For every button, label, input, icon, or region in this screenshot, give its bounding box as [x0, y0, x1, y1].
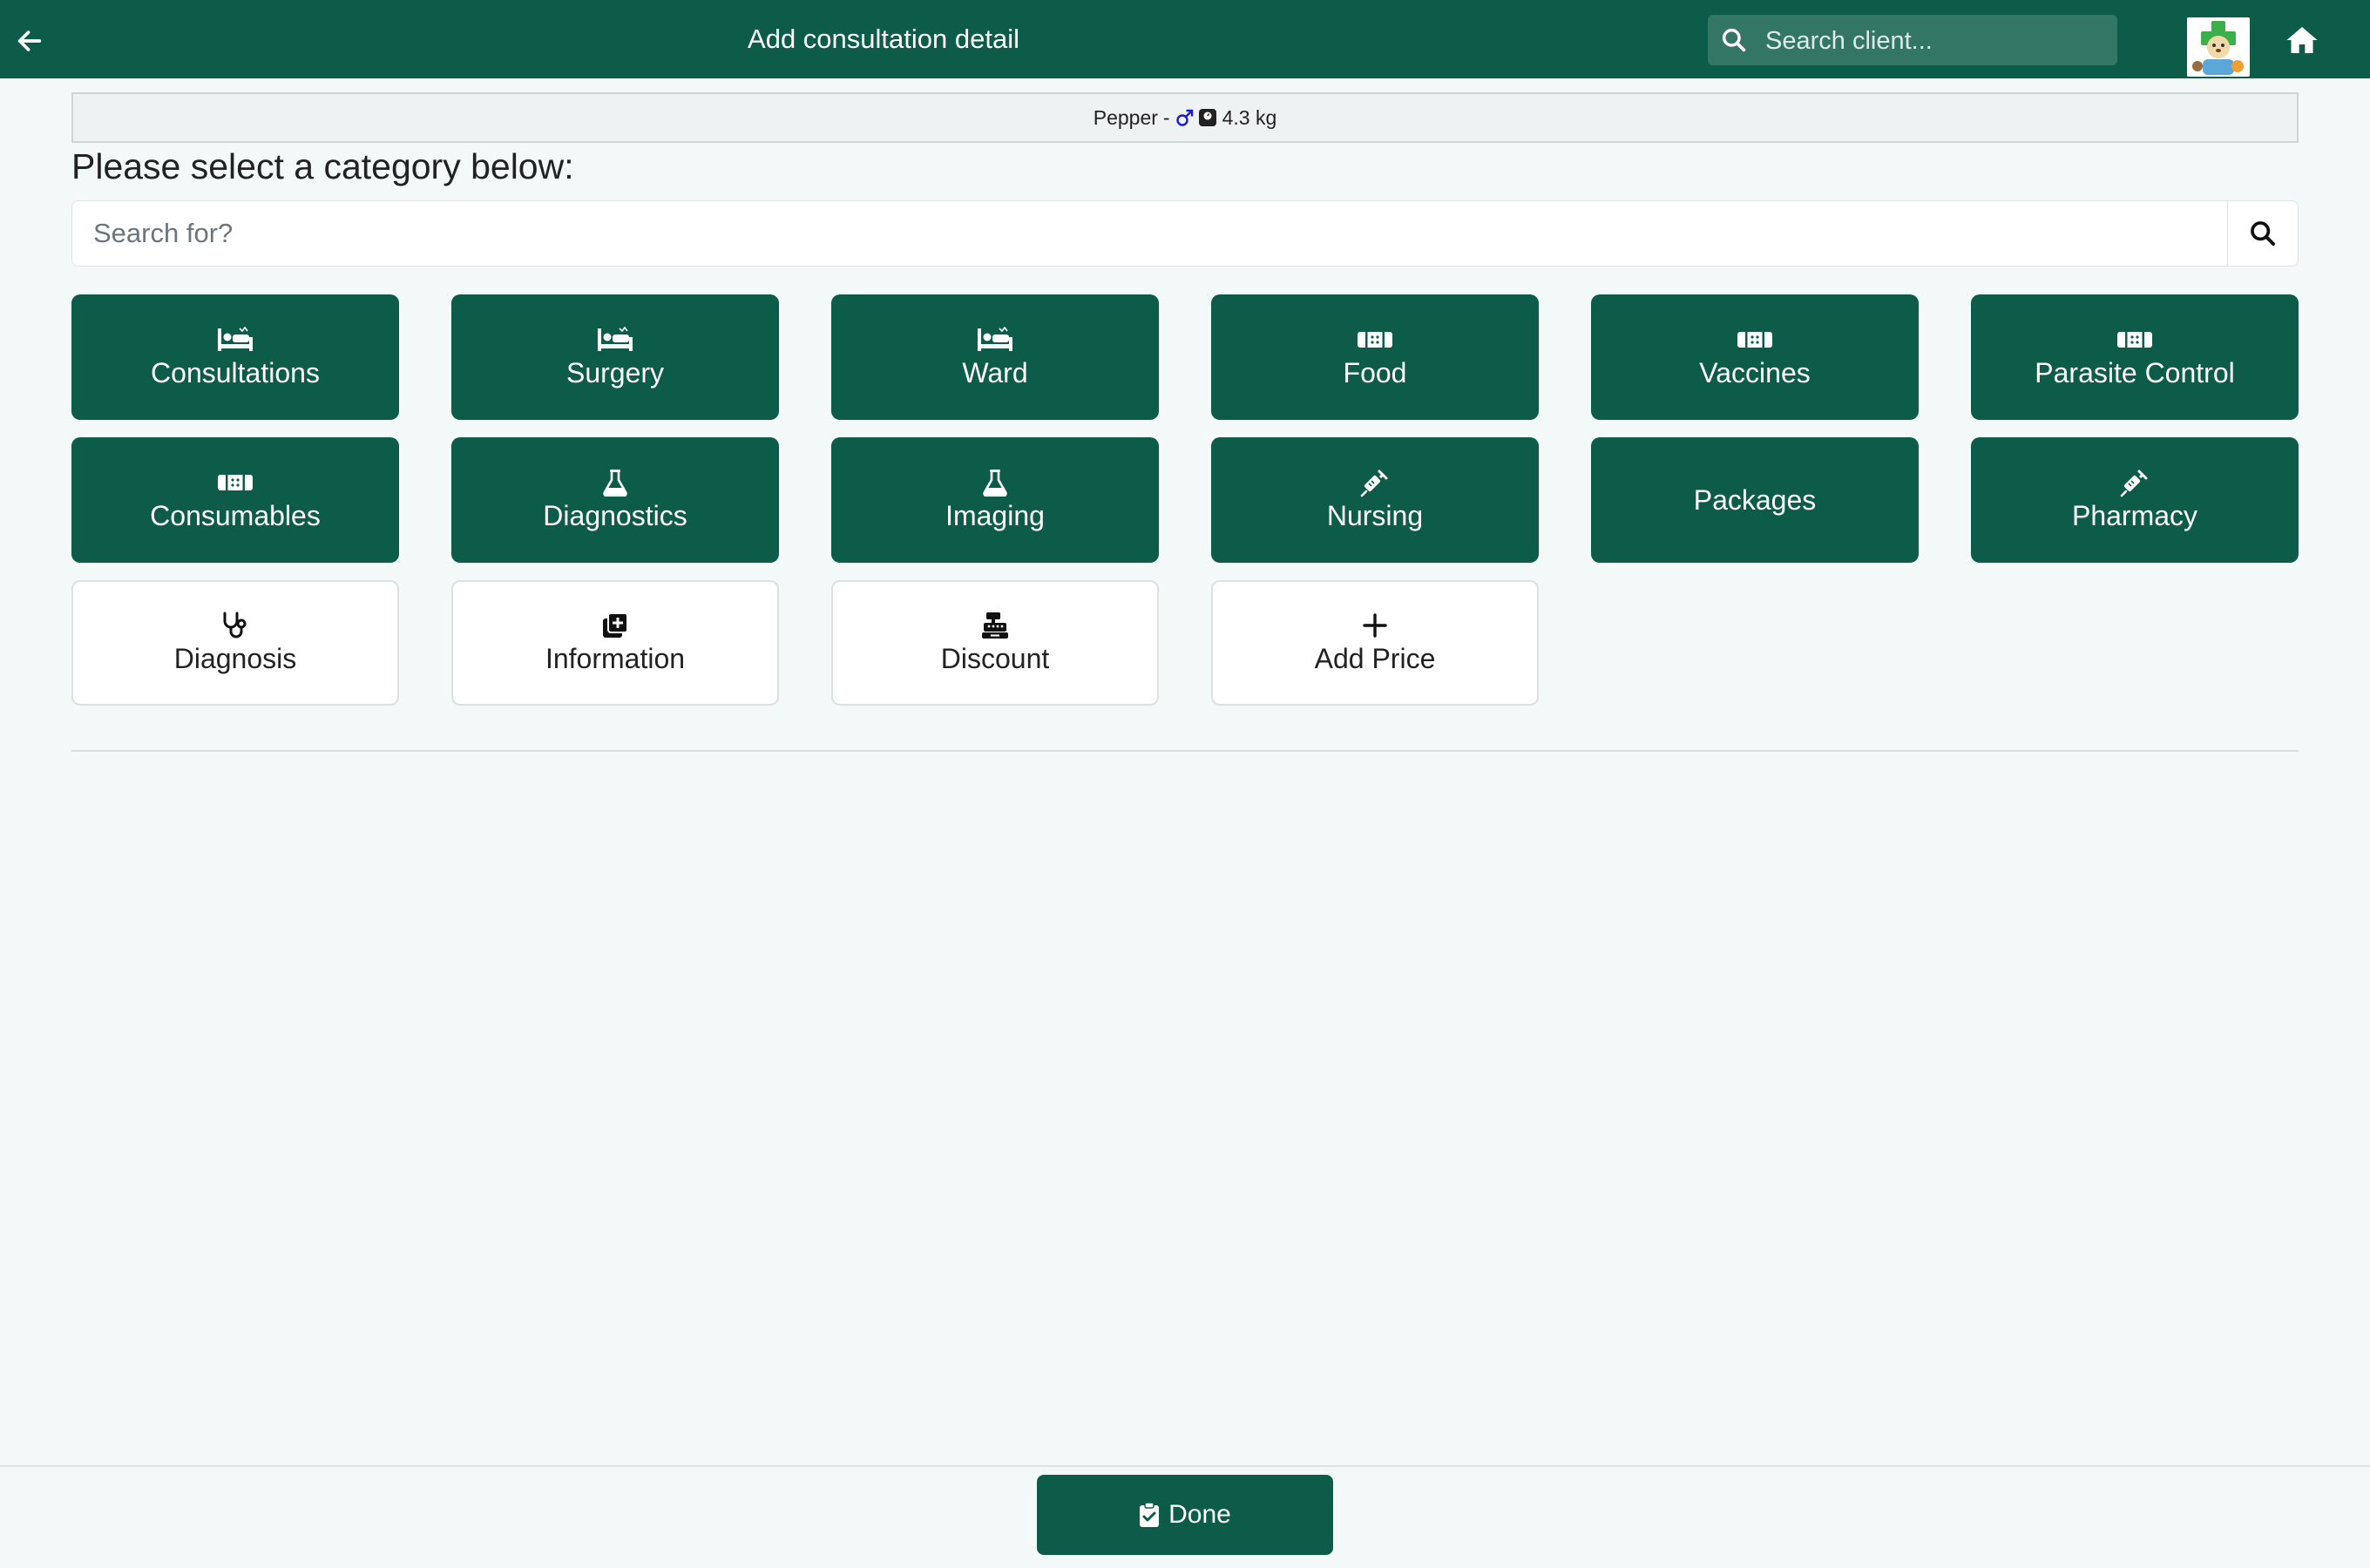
client-search-input[interactable]: [1764, 15, 2107, 67]
category-ward[interactable]: Ward: [831, 294, 1159, 420]
category-label: Pharmacy: [2071, 500, 2198, 531]
cash-register-icon: [982, 612, 1008, 639]
bandage-icon: [218, 475, 253, 490]
category-packages[interactable]: Packages: [1591, 437, 1919, 563]
search-icon: [2251, 221, 2276, 247]
category-consumables[interactable]: Consumables: [71, 437, 399, 563]
syringe-icon: [1360, 470, 1388, 497]
category-heading: Please select a category below:: [71, 146, 574, 186]
stethoscope-icon: [223, 612, 247, 639]
category-surgery[interactable]: Surgery: [451, 294, 779, 420]
category-search-input[interactable]: [71, 200, 2227, 267]
category-label: Add Price: [1314, 643, 1436, 674]
flask-icon: [983, 470, 1007, 497]
done-label: Done: [1168, 1500, 1231, 1529]
section-divider: [71, 750, 2299, 752]
bed-icon: [218, 327, 253, 351]
category-vaccines[interactable]: Vaccines: [1591, 294, 1919, 420]
category-label: Surgery: [565, 357, 665, 389]
patient-separator: -: [1162, 105, 1170, 129]
category-label: Diagnostics: [543, 500, 687, 531]
category-label: Nursing: [1326, 500, 1424, 531]
category-diagnostics[interactable]: Diagnostics: [451, 437, 779, 563]
category-search-button[interactable]: [2227, 200, 2299, 267]
category-search: [71, 200, 2299, 267]
category-label: Ward: [962, 357, 1028, 389]
category-diagnosis[interactable]: Diagnosis: [71, 580, 399, 706]
done-button[interactable]: Done: [1037, 1475, 1333, 1555]
category-label: Consultations: [151, 357, 320, 389]
patient-info-bar: Pepper - 4.3 kg: [71, 92, 2299, 143]
category-label: Parasite Control: [2035, 357, 2235, 389]
patient-weight: 4.3 kg: [1222, 105, 1277, 129]
search-icon: [1722, 28, 1746, 52]
category-parasite-control[interactable]: Parasite Control: [1971, 294, 2299, 420]
category-label: Vaccines: [1699, 357, 1811, 389]
category-nursing[interactable]: Nursing: [1211, 437, 1539, 563]
bed-icon: [598, 327, 633, 351]
bandage-icon: [2117, 332, 2152, 348]
category-label: Diagnosis: [173, 643, 297, 674]
male-icon: [1175, 108, 1195, 127]
weight-scale-icon: [1198, 108, 1217, 127]
category-consultations[interactable]: Consultations: [71, 294, 399, 420]
category-label: Packages: [1693, 484, 1817, 516]
notes-medical-icon: [603, 612, 628, 638]
top-bar: Add consultation detail: [0, 0, 2370, 78]
category-add-price[interactable]: Add Price: [1211, 580, 1539, 706]
category-information[interactable]: Information: [451, 580, 779, 706]
page-title: Add consultation detail: [748, 24, 1019, 54]
category-pharmacy[interactable]: Pharmacy: [1971, 437, 2299, 563]
home-button[interactable]: [2283, 21, 2321, 59]
home-icon: [2286, 27, 2318, 53]
plus-icon: [1363, 613, 1387, 638]
category-label: Discount: [940, 643, 1050, 674]
category-discount[interactable]: Discount: [831, 580, 1159, 706]
clipboard-check-icon: [1140, 1502, 1160, 1527]
category-imaging[interactable]: Imaging: [831, 437, 1159, 563]
category-food[interactable]: Food: [1211, 294, 1539, 420]
client-search[interactable]: [1708, 15, 2117, 67]
category-label: Information: [545, 643, 686, 674]
bed-icon: [978, 327, 1012, 351]
avatar[interactable]: [2187, 17, 2250, 77]
bandage-icon: [1737, 332, 1772, 348]
flask-icon: [603, 470, 627, 497]
patient-name: Pepper: [1093, 105, 1158, 129]
category-label: Consumables: [150, 500, 321, 531]
category-label: Food: [1343, 357, 1407, 389]
syringe-icon: [2120, 470, 2148, 497]
category-label: Imaging: [945, 500, 1045, 531]
bandage-icon: [1358, 332, 1392, 348]
clinic-logo-icon: [2187, 17, 2250, 77]
